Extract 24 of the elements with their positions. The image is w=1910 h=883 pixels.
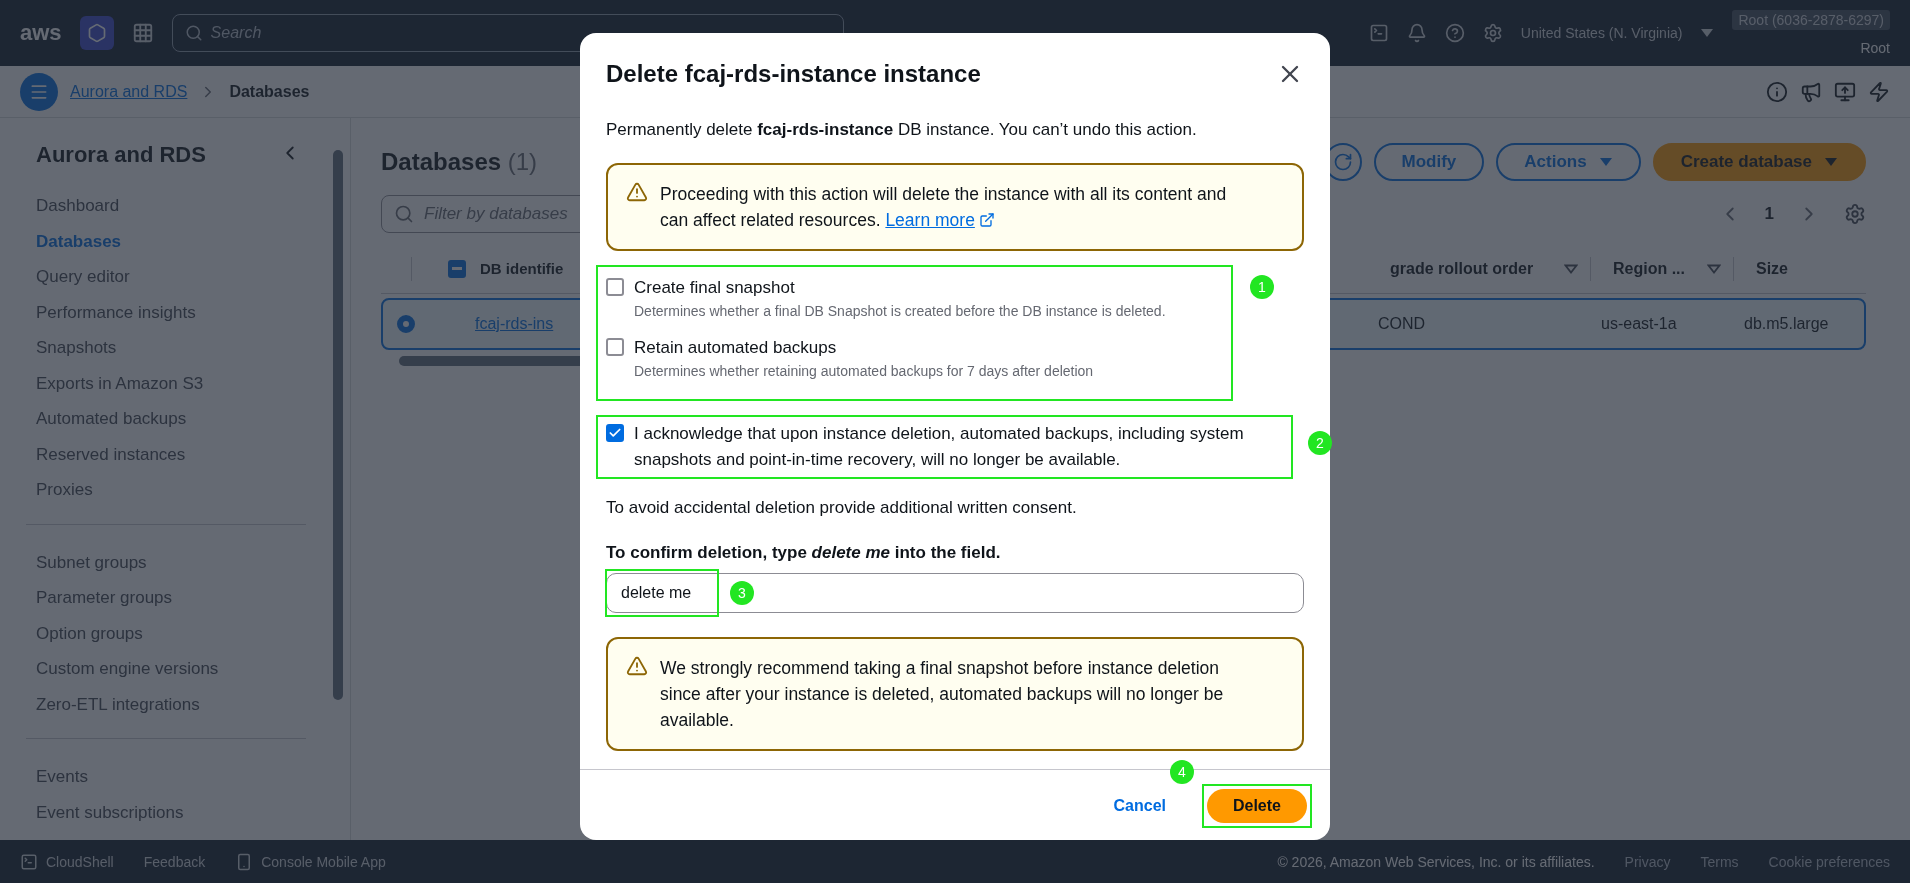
checkbox-description: Determines whether retaining automated backups for 7 days after deletion	[634, 362, 1094, 381]
checkbox-label: Retain automated backups	[634, 337, 838, 359]
column-header: DB identifie	[480, 260, 565, 277]
dialog-title: Delete fcaj-rds-instance instance	[606, 60, 981, 88]
dialog-text: Permanently delete fcaj-rds-instance DB instance. You can’t undo this action.	[606, 119, 1198, 141]
annotation-number: 1	[1250, 275, 1274, 299]
copyright-text: © 2026, Amazon Web Services, Inc. or its affiliates.	[1277, 853, 1595, 870]
dialog-text: To avoid accidental deletion provide additional written consent.	[606, 497, 1078, 519]
annotation-number: 4	[1169, 760, 1194, 784]
breadcrumb-current: Databases	[229, 82, 310, 101]
table-cell-text: us-east-1a	[1601, 315, 1678, 333]
user-name: Root	[1860, 40, 1890, 56]
checkbox-label: I acknowledge that upon instance deletion, automated backups, including system snapshots and point-in-time recovery, will no longer be available.	[634, 423, 1245, 471]
table-cell-text: db.m5.large	[1744, 315, 1830, 333]
checkbox-label: Create final snapshot	[634, 277, 796, 299]
table-cell-text: COND	[1378, 315, 1427, 333]
annotation-number: 2	[1308, 431, 1332, 455]
alert-text: We strongly recommend taking a final snapshot before instance deletion since after your instance is deleted, automated backups will no longer be available.	[660, 657, 1225, 732]
alert-text: Proceeding with this action will delete the instance with all its content and can affect related resources. Learn more	[660, 181, 1252, 233]
field-label: To confirm deletion, type delete me into the field.	[606, 543, 1002, 563]
column-header: Size	[1756, 259, 1789, 278]
aws-logo: aws	[20, 20, 62, 46]
sidebar-title: Aurora and RDS	[36, 142, 206, 168]
checkbox-description: Determines whether a final DB Snapshot is created before the DB instance is deleted.	[634, 302, 1166, 321]
